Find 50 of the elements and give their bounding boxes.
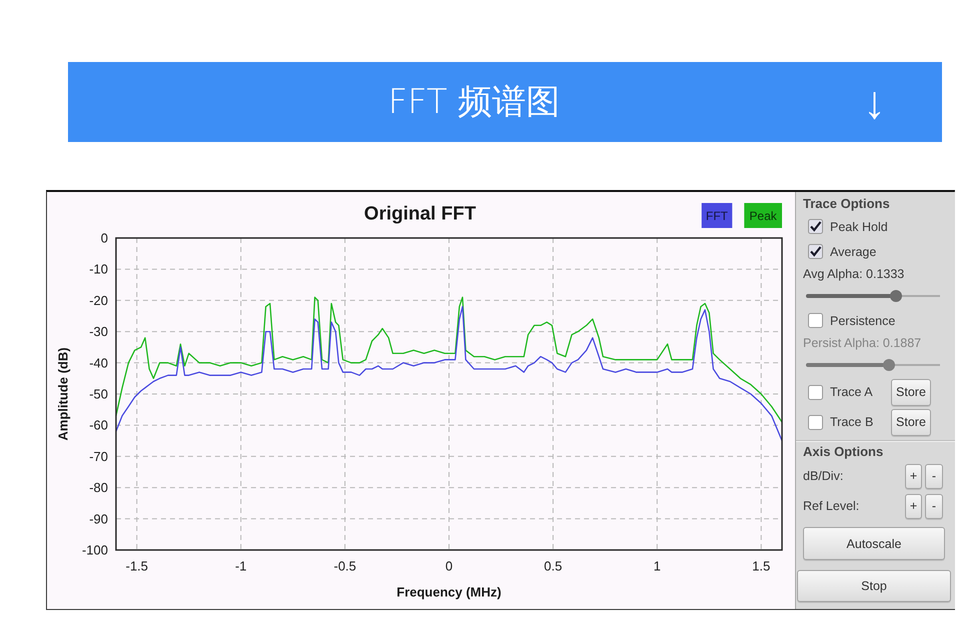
axis-tick-label: 1.5 [752, 558, 770, 574]
axis-tick-label: -40 [89, 355, 108, 370]
checkbox-label: Persistence [830, 314, 896, 328]
slider-thumb[interactable] [890, 290, 902, 302]
legend-entry: FFT [702, 203, 732, 228]
axis-title: Frequency (MHz) [396, 584, 502, 600]
decrease-button[interactable]: - [925, 464, 943, 488]
banner-title: FFT 频谱图 [388, 81, 560, 123]
axis-tick-label: -100 [82, 542, 108, 558]
checkbox[interactable] [808, 384, 823, 400]
checkbox[interactable] [808, 219, 823, 234]
axis-tick-label: -10 [89, 262, 108, 277]
axis-tick-label: 1 [654, 558, 661, 574]
checkbox-label: Trace B [830, 415, 874, 429]
stop-button[interactable]: Stop [797, 570, 951, 602]
increase-button[interactable]: + [905, 464, 922, 488]
axis-tick-label: -1 [235, 558, 247, 574]
section-title: Axis Options [803, 443, 884, 461]
chart-title: Original FFT [364, 204, 476, 224]
slider-label: Avg Alpha: 0.1333 [803, 266, 904, 283]
increase-button[interactable]: + [905, 494, 922, 518]
row-label: Ref Level: [803, 499, 860, 513]
decrease-button[interactable]: - [925, 494, 943, 518]
row-label: dB/Div: [803, 469, 844, 483]
checkbox-label: Average [830, 244, 876, 258]
axis-tick-label: 0.5 [544, 558, 562, 574]
checkbox[interactable] [808, 313, 823, 328]
axis-tick-label: -30 [89, 324, 108, 340]
axis-tick-label: -70 [89, 448, 108, 464]
axis-tick-label: 0 [445, 558, 453, 574]
checkbox-label: Peak Hold [830, 220, 888, 234]
section-title: Trace Options [803, 196, 890, 212]
axis-tick-label: -20 [89, 292, 108, 308]
axis-tick-label: -80 [89, 480, 108, 496]
store-button[interactable]: Store [891, 408, 931, 436]
axis-title: Amplitude (dB) [56, 347, 70, 441]
down-arrow-icon: ↓ [863, 77, 886, 127]
axis-tick-label: -50 [89, 386, 108, 402]
checkbox[interactable] [808, 414, 823, 430]
store-button[interactable]: Store [891, 378, 931, 406]
checkbox-label: Trace A [830, 385, 873, 399]
axis-tick-label: -60 [89, 418, 108, 433]
axis-tick-label: -1.5 [126, 558, 148, 574]
axis-tick-label: -90 [89, 511, 108, 526]
checkbox[interactable] [808, 244, 823, 259]
slider-label: Persist Alpha: 0.1887 [803, 335, 922, 352]
legend-entry: Peak [744, 203, 782, 228]
autoscale-button[interactable]: Autoscale [803, 527, 945, 560]
axis-tick-label: 0 [100, 230, 108, 246]
axis-tick-label: -0.5 [334, 558, 356, 574]
